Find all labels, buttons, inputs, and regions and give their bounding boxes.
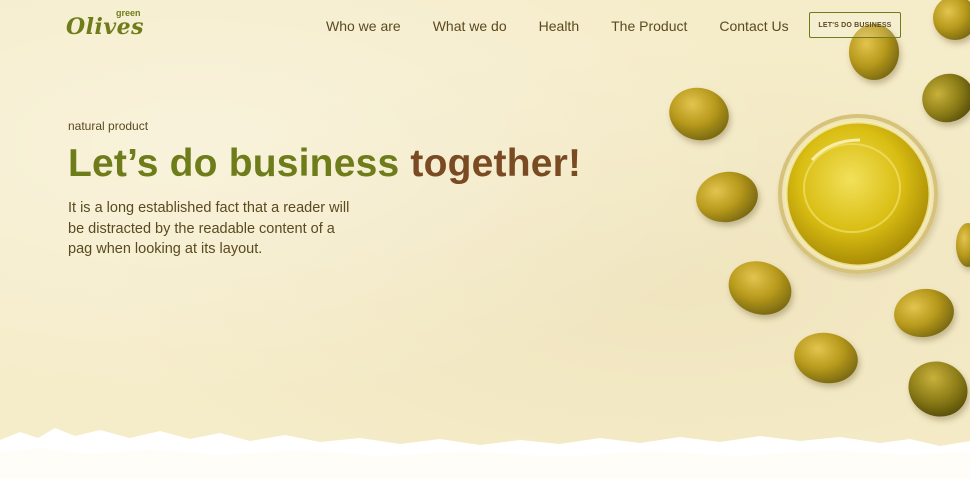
site-header: Olives green Who we are What we do Healt…: [0, 0, 970, 52]
main-nav: Who we are What we do Health The Product…: [326, 18, 821, 34]
brand-logo[interactable]: Olives green: [66, 8, 146, 40]
nav-health[interactable]: Health: [539, 18, 579, 34]
nav-the-product[interactable]: The Product: [611, 18, 687, 34]
nav-contact-us[interactable]: Contact Us: [719, 18, 788, 34]
lets-do-business-button[interactable]: LET'S DO BUSINESS: [809, 12, 901, 38]
nav-who-we-are[interactable]: Who we are: [326, 18, 401, 34]
nav-what-we-do[interactable]: What we do: [433, 18, 507, 34]
headline-part-brown: together!: [410, 142, 582, 185]
hero-description: It is a long established fact that a rea…: [68, 200, 350, 257]
hero-headline: Let’s do business together!: [68, 142, 581, 186]
hero-eyebrow: natural product: [68, 119, 149, 133]
headline-part-green: Let’s do business: [68, 142, 400, 185]
logo-tagline: green: [116, 8, 141, 18]
